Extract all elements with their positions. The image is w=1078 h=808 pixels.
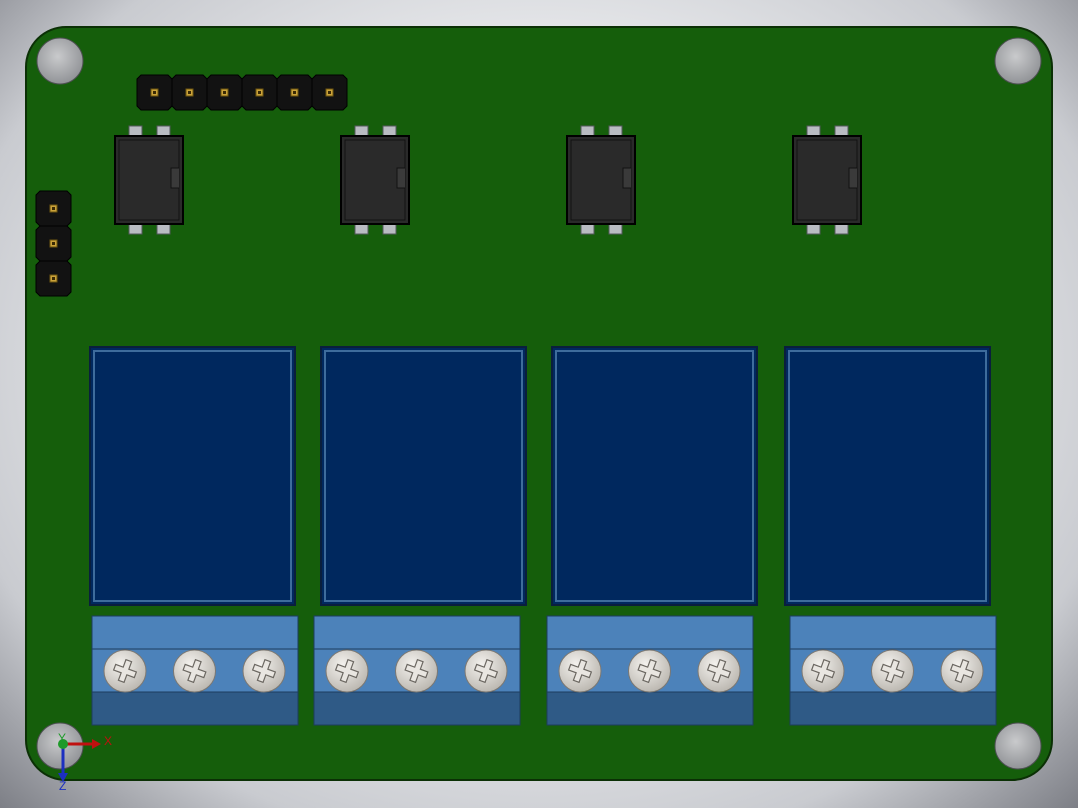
x-axis-label: X: [104, 734, 112, 748]
header-pin-center: [188, 91, 191, 94]
chip-lead: [580, 223, 595, 235]
chip-lead: [608, 223, 623, 235]
chip-notch: [170, 167, 179, 189]
pcb-model-view[interactable]: X Y Z: [0, 0, 1078, 808]
relay-module[interactable]: [784, 346, 991, 606]
mounting-hole-top-right: [994, 37, 1042, 85]
header-pin-center: [52, 277, 55, 280]
header-pin[interactable]: [136, 74, 173, 111]
header-pin[interactable]: [311, 74, 348, 111]
terminal-screw[interactable]: [173, 649, 216, 693]
mounting-hole-bottom-right: [994, 722, 1042, 770]
relay-housing: [784, 346, 991, 606]
chip-lead: [580, 125, 595, 137]
terminal-wire-entry-strip: [789, 691, 997, 726]
pin-header-horizontal[interactable]: [136, 74, 348, 111]
chip-lead: [128, 125, 143, 137]
terminal-wire-entry-strip: [313, 691, 521, 726]
header-pin-center: [258, 91, 261, 94]
chip-lead: [806, 223, 821, 235]
chip-notch: [622, 167, 631, 189]
header-pin-center: [52, 207, 55, 210]
chip-lead: [382, 125, 397, 137]
z-axis-label: Z: [59, 779, 66, 793]
terminal-screw[interactable]: [325, 649, 369, 693]
chip-lead: [834, 125, 849, 137]
header-pin[interactable]: [206, 74, 243, 111]
header-pin[interactable]: [35, 190, 72, 227]
screw-terminal-block[interactable]: [789, 615, 997, 726]
chip-lead: [806, 125, 821, 137]
relay-module[interactable]: [320, 346, 527, 606]
header-pin[interactable]: [241, 74, 278, 111]
mounting-hole-top-left: [36, 37, 84, 85]
relay-module[interactable]: [89, 346, 296, 606]
terminal-screw[interactable]: [801, 649, 845, 693]
chip-lead: [354, 125, 369, 137]
relay-housing: [320, 346, 527, 606]
chip-notch: [848, 167, 857, 189]
cad-viewport[interactable]: X Y Z: [0, 0, 1078, 808]
header-pin[interactable]: [35, 225, 72, 262]
chip-lead: [156, 223, 171, 235]
terminal-screw[interactable]: [395, 649, 438, 693]
optocoupler-chip[interactable]: [792, 125, 862, 235]
relay-housing: [89, 346, 296, 606]
chip-notch: [396, 167, 405, 189]
terminal-screw[interactable]: [940, 649, 984, 693]
terminal-wire-entry-strip: [91, 691, 299, 726]
optocoupler-chip[interactable]: [340, 125, 410, 235]
header-pin[interactable]: [276, 74, 313, 111]
chip-lead: [834, 223, 849, 235]
relay-module[interactable]: [551, 346, 758, 606]
terminal-screw[interactable]: [697, 649, 741, 693]
terminal-screw[interactable]: [464, 649, 508, 693]
header-pin-center: [153, 91, 156, 94]
terminal-screw[interactable]: [103, 649, 147, 693]
header-pin-center: [52, 242, 55, 245]
optocoupler-chip[interactable]: [566, 125, 636, 235]
chip-lead: [128, 223, 143, 235]
screw-terminal-block[interactable]: [546, 615, 754, 726]
header-pin[interactable]: [171, 74, 208, 111]
header-pin-center: [328, 91, 331, 94]
terminal-screw[interactable]: [871, 649, 914, 693]
header-pin[interactable]: [35, 260, 72, 297]
screw-terminal-block[interactable]: [91, 615, 299, 726]
optocoupler-chip[interactable]: [114, 125, 184, 235]
terminal-wire-entry-strip: [546, 691, 754, 726]
chip-lead: [608, 125, 623, 137]
chip-lead: [156, 125, 171, 137]
y-axis-label: Y: [58, 731, 66, 745]
terminal-screw[interactable]: [558, 649, 602, 693]
terminal-screw[interactable]: [242, 649, 286, 693]
pin-header-vertical[interactable]: [35, 190, 72, 297]
header-pin-center: [293, 91, 296, 94]
screw-terminal-block[interactable]: [313, 615, 521, 726]
chip-lead: [354, 223, 369, 235]
header-pin-center: [223, 91, 226, 94]
chip-lead: [382, 223, 397, 235]
relay-housing: [551, 346, 758, 606]
terminal-screw[interactable]: [628, 649, 671, 693]
